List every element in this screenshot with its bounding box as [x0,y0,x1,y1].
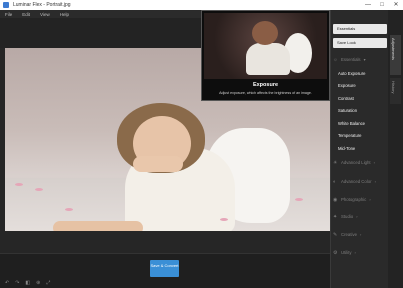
menu-edit[interactable]: Edit [22,12,30,17]
menu-item-temperature[interactable]: Temperature [338,133,362,138]
section-label: Creative [341,232,358,237]
tab-adjustments[interactable]: Adjustments [390,35,401,75]
creative-icon: ✎ [333,232,338,238]
palette-icon: ◐ [333,179,337,185]
chevron-down-icon: ▾ [363,57,366,62]
chevron-right-icon: › [356,214,358,219]
compare-icon[interactable]: ◧ [25,280,30,286]
preview-image [204,13,327,79]
section-essentials[interactable]: ☼ Essentials ▾ [333,55,387,65]
undo-icon[interactable]: ↶ [5,280,9,286]
camera-icon: ◉ [333,197,338,203]
wrench-icon: ⚙ [333,250,338,256]
menu-item-contrast[interactable]: Contrast [338,96,354,101]
close-button[interactable]: ✕ [389,0,403,10]
photo-arm [133,156,183,172]
menu-item-white-balance[interactable]: White Balance [338,121,365,126]
chevron-right-icon: › [373,160,375,165]
app-icon [3,2,9,8]
photo-petal [295,198,303,201]
fit-icon[interactable]: ⤢ [46,280,50,286]
preview-title: Exposure [252,82,279,88]
section-label: Advanced Light [341,160,371,165]
menu-item-exposure[interactable]: Exposure [338,83,356,88]
photo-petal [35,188,43,191]
section-utility[interactable]: ⚙ Utility › [333,248,387,258]
chevron-right-icon: › [354,250,356,255]
section-label: Advanced Color [341,179,372,184]
minimize-button[interactable]: — [361,0,375,10]
light-icon: ☀ [333,160,338,166]
save-look-button[interactable]: Save Look [333,38,387,48]
essentials-button[interactable]: Essentials [333,24,387,34]
chevron-right-icon: › [369,197,371,202]
window-controls: — □ ✕ [361,0,403,10]
studio-icon: ✦ [333,214,338,220]
menu-help[interactable]: Help [60,12,69,17]
menu-item-auto-exposure[interactable]: Auto Exposure [338,71,365,76]
photo-leg [53,221,143,231]
photo-petal [15,183,23,186]
save-convert-button[interactable]: Save & Convert [150,260,179,277]
zoom-icon[interactable]: ⊕ [36,280,40,286]
chevron-right-icon: › [374,179,376,184]
tab-history[interactable]: History [390,78,401,104]
photo-petal [220,218,228,221]
sun-icon: ☼ [333,57,338,63]
redo-icon[interactable]: ↷ [15,280,19,286]
section-studio[interactable]: ✦ Studio › [333,212,387,222]
preview-dress [246,43,290,75]
section-advanced-color[interactable]: ◐ Advanced Color › [333,177,387,187]
tab-label: History [391,81,396,94]
menu-view[interactable]: View [40,12,50,17]
section-advanced-light[interactable]: ☀ Advanced Light › [333,158,387,168]
section-label: Studio [341,214,354,219]
photo-petal [65,208,73,211]
menu-item-mid-tone[interactable]: Mid-Tone [338,146,355,151]
section-photographic[interactable]: ◉ Photographic › [333,195,387,205]
title-bar: Luminar Flex - Portrait.jpg — □ ✕ [0,0,403,10]
section-label: Photographic [341,197,367,202]
preview-description: Adjust exposure, which affects the brigh… [219,91,312,95]
tooltip-preview: Exposure Adjust exposure, which affects … [201,10,330,101]
menu-item-saturation[interactable]: Saturation [338,108,357,113]
chevron-right-icon: › [360,232,362,237]
preview-head [252,21,278,45]
tab-label: Adjustments [391,38,396,61]
section-label: Essentials [341,57,361,62]
bottom-tools: ↶ ↷ ◧ ⊕ ⤢ [5,280,56,286]
menu-file[interactable]: File [5,12,12,17]
window-title: Luminar Flex - Portrait.jpg [13,2,71,8]
maximize-button[interactable]: □ [375,0,389,10]
section-label: Utility [341,250,352,255]
section-creative[interactable]: ✎ Creative › [333,230,387,240]
